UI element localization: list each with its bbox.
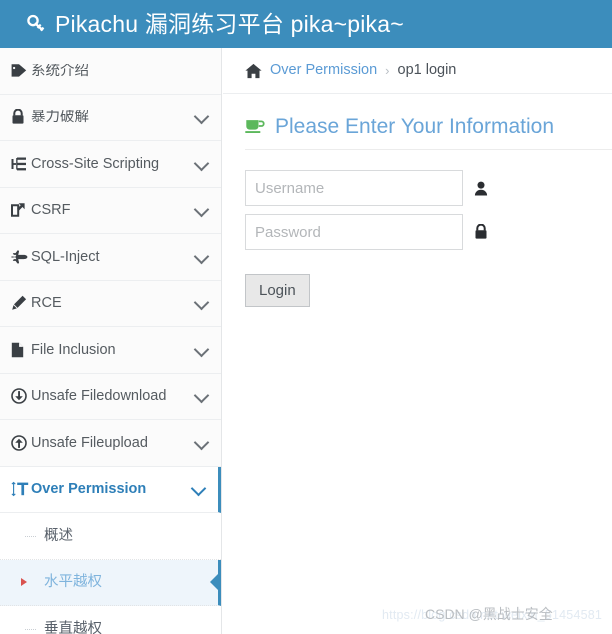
sidebar-item-label: Unsafe Filedownload bbox=[31, 389, 167, 404]
active-bullet-icon bbox=[21, 578, 27, 587]
plane-icon bbox=[11, 250, 31, 264]
chevron-down-icon bbox=[195, 203, 209, 217]
panel-title: Please Enter Your Information bbox=[275, 115, 555, 138]
app-title: Pikachu 漏洞练习平台 pika~pika~ bbox=[55, 10, 404, 37]
app-root: Pikachu 漏洞练习平台 pika~pika~ 系统介绍 暴力破解 Cros… bbox=[0, 0, 612, 634]
sidebar-item-label: 系统介绍 bbox=[31, 63, 89, 78]
arrow-up-circle-icon bbox=[11, 434, 31, 451]
sidebar-submenu: 概述 水平越权 垂直越权 bbox=[0, 513, 221, 634]
tag-icon bbox=[11, 63, 31, 78]
sitemap-icon bbox=[11, 156, 31, 172]
sidebar-item-label: RCE bbox=[31, 296, 62, 311]
login-panel: Please Enter Your Information Username L… bbox=[223, 94, 612, 308]
active-pointer-icon bbox=[210, 571, 221, 594]
password-input[interactable] bbox=[245, 214, 463, 250]
password-field-row bbox=[245, 214, 612, 250]
sidebar-item-csrf[interactable]: CSRF bbox=[0, 187, 221, 234]
key-icon bbox=[26, 13, 48, 35]
sidebar-subitem-label: 水平越权 bbox=[44, 574, 102, 590]
breadcrumb-parent-link[interactable]: Over Permission bbox=[270, 63, 377, 78]
sidebar: 系统介绍 暴力破解 Cross-Site Scripting CSRF SQL-… bbox=[0, 48, 222, 634]
sidebar-item-label: 暴力破解 bbox=[31, 110, 89, 125]
chevron-down-icon bbox=[195, 110, 209, 124]
chevron-down-icon bbox=[195, 157, 209, 171]
sidebar-item-over-permission[interactable]: Over Permission bbox=[0, 466, 221, 513]
content-area: Over Permission › op1 login Please Enter… bbox=[223, 48, 612, 634]
sidebar-item-label: Cross-Site Scripting bbox=[31, 156, 160, 171]
lock-icon bbox=[474, 224, 488, 240]
sidebar-item-rce[interactable]: RCE bbox=[0, 280, 221, 327]
sidebar-item-brute-force[interactable]: 暴力破解 bbox=[0, 94, 221, 141]
sidebar-subitem-vertical-privilege[interactable]: 垂直越权 bbox=[0, 606, 221, 634]
panel-header: Please Enter Your Information bbox=[245, 116, 612, 137]
breadcrumb-separator: › bbox=[385, 63, 390, 78]
login-form: Login bbox=[245, 150, 612, 308]
arrow-down-circle-icon bbox=[11, 388, 31, 405]
sidebar-item-label: File Inclusion bbox=[31, 342, 116, 357]
sidebar-item-unsafe-fileupload[interactable]: Unsafe Fileupload bbox=[0, 420, 221, 467]
sidebar-item-sql-inject[interactable]: SQL-Inject bbox=[0, 234, 221, 281]
app-header: Pikachu 漏洞练习平台 pika~pika~ bbox=[0, 0, 612, 48]
chevron-down-icon bbox=[192, 482, 206, 496]
chevron-down-icon bbox=[195, 250, 209, 264]
file-icon bbox=[11, 342, 31, 358]
sidebar-subitem-label: 概述 bbox=[44, 527, 73, 544]
sidebar-item-label: Over Permission bbox=[31, 482, 147, 497]
sidebar-item-label: SQL-Inject bbox=[31, 249, 100, 264]
chevron-down-icon bbox=[195, 343, 209, 357]
chevron-down-icon bbox=[195, 436, 209, 450]
breadcrumb: Over Permission › op1 login bbox=[223, 48, 612, 94]
login-button[interactable]: Login bbox=[245, 274, 310, 308]
username-input[interactable] bbox=[245, 170, 463, 206]
sidebar-item-label: Unsafe Fileupload bbox=[31, 435, 148, 450]
external-link-icon bbox=[11, 202, 31, 218]
sidebar-item-label: CSRF bbox=[31, 203, 71, 218]
chevron-down-icon bbox=[195, 296, 209, 310]
sidebar-item-unsafe-filedownload[interactable]: Unsafe Filedownload bbox=[0, 373, 221, 420]
sidebar-subitem-overview[interactable]: 概述 bbox=[0, 513, 221, 560]
coffee-cup-icon bbox=[245, 118, 265, 135]
chevron-down-icon bbox=[195, 389, 209, 403]
sidebar-item-file-inclusion[interactable]: File Inclusion bbox=[0, 327, 221, 374]
sidebar-subitem-label: 垂直越权 bbox=[44, 620, 102, 634]
lock-icon bbox=[11, 109, 31, 125]
home-icon bbox=[245, 63, 262, 79]
user-icon bbox=[474, 181, 488, 196]
breadcrumb-current: op1 login bbox=[397, 62, 457, 79]
sidebar-item-intro[interactable]: 系统介绍 bbox=[0, 48, 221, 95]
text-height-icon bbox=[11, 481, 31, 497]
sidebar-item-xss[interactable]: Cross-Site Scripting bbox=[0, 141, 221, 188]
pencil-icon bbox=[11, 295, 31, 311]
username-field-row bbox=[245, 170, 612, 206]
body-wrapper: 系统介绍 暴力破解 Cross-Site Scripting CSRF SQL-… bbox=[0, 48, 612, 634]
sidebar-subitem-horizontal-privilege[interactable]: 水平越权 bbox=[0, 559, 221, 606]
